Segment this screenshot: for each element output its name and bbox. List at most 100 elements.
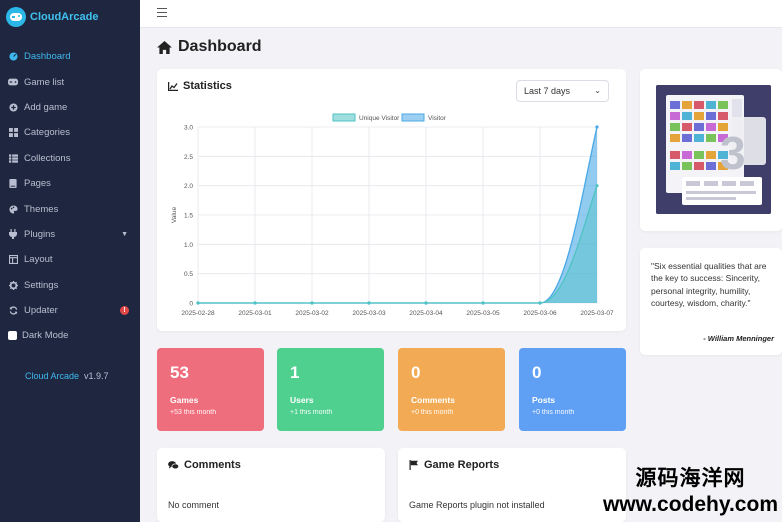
tile-label: Comments [411,395,455,405]
x-tick-label: 2025-03-02 [295,310,329,317]
statistics-card: Statistics Last 7 days ⌄ 0 0.5 1.0 1.5 2.0 2.… [157,69,626,331]
posts-tile[interactable]: 0 Posts +0 this month [519,348,626,431]
sidebar-item-collections[interactable]: Collections [0,146,140,171]
page-title-text: Dashboard [178,38,262,55]
layout-icon [8,255,18,265]
legend-label: Visitor [428,115,447,122]
sidebar-item-label: Updater [24,305,58,317]
data-point [481,301,485,305]
x-tick-label: 2025-03-01 [238,310,272,317]
tile-subtext: +0 this month [532,409,575,416]
sidebar-item-label: Add game [24,101,68,113]
sidebar-item-add-game[interactable]: Add game [0,95,140,120]
sidebar-item-dashboard[interactable]: Dashboard [0,44,140,69]
legend-swatch [401,113,425,122]
x-tick-label: 2025-02-28 [181,310,215,317]
tile-number: 0 [411,363,421,382]
grid-icon [8,128,18,138]
data-point [595,125,599,129]
y-tick-label: 1.0 [184,242,193,249]
comments-empty-message: No comment [168,500,220,510]
quote-author: - William Menninger [703,334,774,343]
app-version: Cloud Arcade v1.9.7 [25,371,109,381]
quote-text: "Six essential qualities that are the ke… [651,261,767,308]
sync-icon [8,306,18,316]
tile-number: 53 [170,363,189,382]
dark-mode-checkbox[interactable] [8,331,17,341]
palette-icon [8,204,18,214]
comments-title: Comments [168,459,241,471]
tile-label: Games [170,395,199,405]
tile-number: 0 [532,363,542,382]
menu-toggle-icon[interactable] [157,8,167,17]
promo-badge: 3 [720,127,746,179]
gamepad-icon [8,77,18,87]
flag-icon [409,460,419,470]
x-tick-label: 2025-03-05 [466,310,500,317]
games-tile[interactable]: 53 Games +53 this month [157,348,264,431]
legend-label: Unique Visitor [359,115,400,122]
y-axis-label: Value [171,207,178,224]
sidebar-item-label: Settings [24,279,59,291]
dashboard-icon [8,52,18,62]
data-point [196,301,200,305]
update-badge: ! [120,306,129,316]
x-tick-label: 2025-03-03 [352,310,386,317]
data-point [424,301,428,305]
game-reports-message: Game Reports plugin not installed [409,500,545,510]
game-reports-card: Game Reports Game Reports plugin not ins… [398,448,626,522]
watermark-chinese: 源码海洋网 [635,466,746,490]
footer-app-name: Cloud Arcade [25,371,80,381]
brand[interactable]: CloudArcade [0,0,140,34]
plus-circle-icon [8,102,18,112]
sidebar-item-pages[interactable]: Pages [0,171,140,196]
tile-number: 1 [290,363,300,382]
sidebar-item-label: Collections [24,152,71,164]
sidebar-nav: Dashboard Game list Add game Categories … [0,44,140,349]
dark-mode-toggle[interactable]: Dark Mode [0,323,140,348]
sidebar-item-plugins[interactable]: Plugins ▼ [0,222,140,247]
sidebar-item-settings[interactable]: Settings [0,273,140,298]
comments-icon [168,460,179,470]
game-reports-title-text: Game Reports [424,459,500,471]
gear-icon [8,280,18,290]
watermark: 源码海洋网 www.codehy.com [603,462,778,517]
caret-down-icon[interactable]: ▼ [121,231,128,238]
sidebar-item-categories[interactable]: Categories [0,120,140,145]
sidebar-item-label: Categories [24,127,70,139]
sidebar-item-label: Pages [24,178,51,190]
list-icon [8,153,18,163]
sidebar-item-label: Dashboard [24,51,71,63]
data-point [367,301,371,305]
sidebar-item-layout[interactable]: Layout [0,247,140,272]
comments-tile[interactable]: 0 Comments +0 this month [398,348,505,431]
brand-logo-icon [6,7,26,27]
promo-image[interactable]: 3 [656,85,771,214]
data-point [310,301,314,305]
sidebar-item-label: Themes [24,203,59,215]
visitor-chart: 0 0.5 1.0 1.5 2.0 2.5 3.0 2025-02-28 2025-03-01 2… [171,113,614,317]
sidebar-item-updater[interactable]: Updater ! [0,298,140,323]
data-point [595,184,599,188]
users-tile[interactable]: 1 Users +1 this month [277,348,384,431]
tile-subtext: +1 this month [290,409,333,416]
y-tick-label: 2.5 [184,154,193,161]
sidebar-item-label: Layout [24,254,53,266]
comments-title-text: Comments [184,459,241,471]
tile-label: Posts [532,395,556,405]
tile-label: Users [290,395,314,405]
game-reports-title: Game Reports [409,459,499,471]
sidebar-item-game-list[interactable]: Game list [0,69,140,94]
x-tick-label: 2025-03-04 [409,310,443,317]
plug-icon [8,229,18,240]
sidebar-item-label: Game list [24,76,65,88]
x-tick-label: 2025-03-06 [523,310,557,317]
page-title: Dashboard [157,38,262,56]
watermark-url: www.codehy.com [602,493,778,516]
home-icon [157,40,172,54]
promo-card[interactable]: 3 [640,69,782,231]
sidebar-item-themes[interactable]: Themes [0,196,140,221]
comments-card: Comments No comment [157,448,385,522]
y-tick-label: 0 [189,301,193,308]
sidebar: CloudArcade Dashboard Game list Add game… [0,0,140,522]
